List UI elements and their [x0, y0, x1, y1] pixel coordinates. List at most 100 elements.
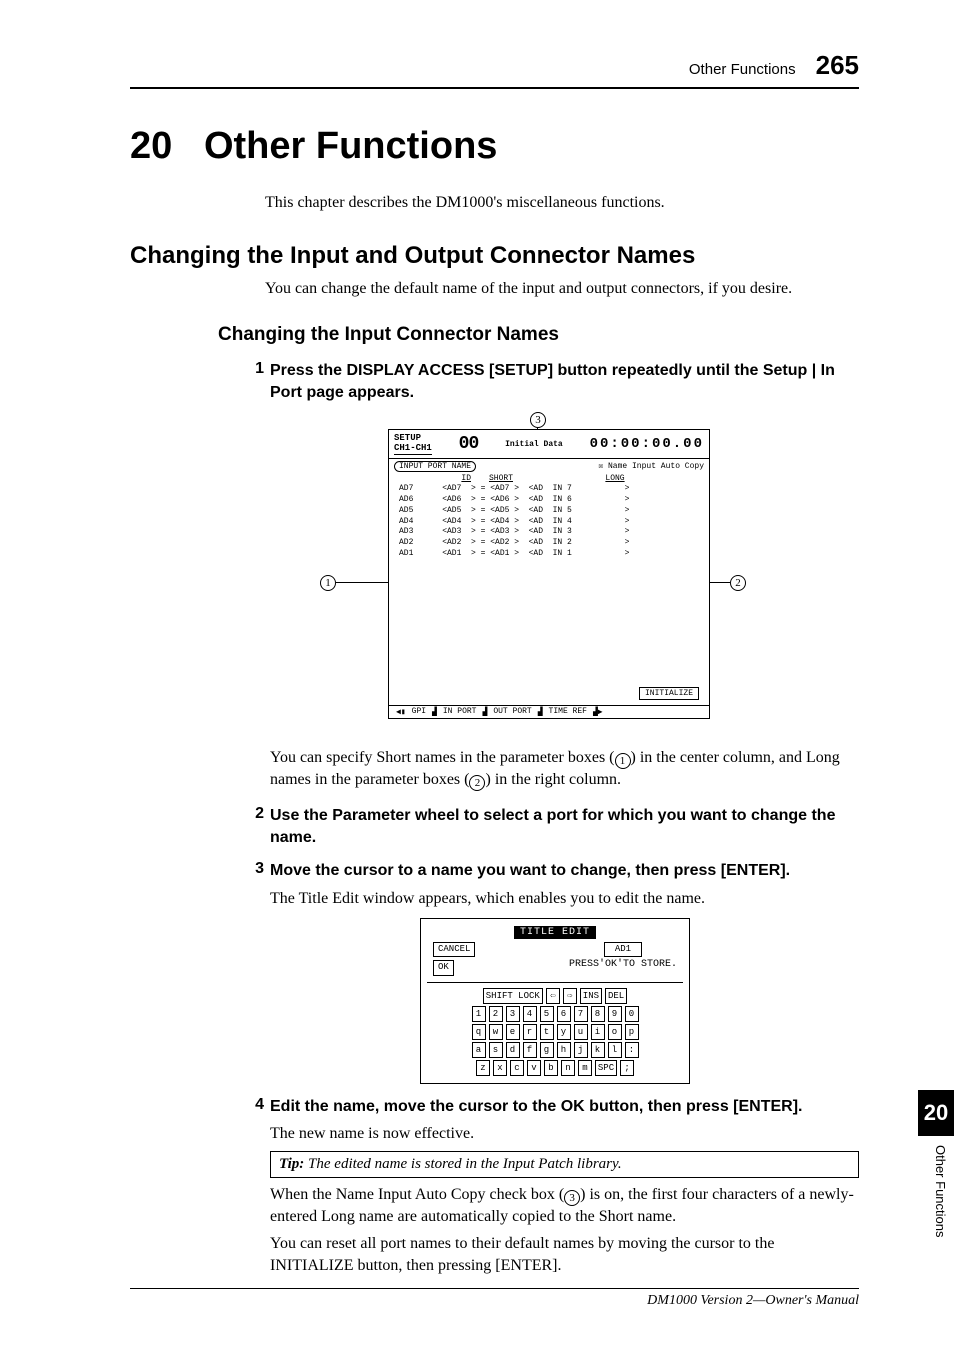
- lcd2-key: t: [540, 1024, 554, 1040]
- lcd-figure-1: 3 1 2 SETUPCH1-CH1 00 Initial Data 00:00…: [270, 415, 859, 735]
- lcd2-key: r: [523, 1024, 537, 1040]
- callout-2: 2: [730, 575, 746, 591]
- closing-text-2: You can reset all port names to their de…: [270, 1233, 859, 1276]
- lcd-col-short: SHORT: [471, 474, 531, 483]
- thumb-tab: 20: [918, 1090, 954, 1136]
- lcd2-key: d: [506, 1042, 520, 1058]
- closing-text: When the Name Input Auto Copy check box …: [270, 1186, 564, 1203]
- lcd2-key: x: [493, 1060, 507, 1076]
- step-1-text: Press the DISPLAY ACCESS [SETUP] button …: [270, 360, 859, 403]
- lcd-initialize-button: INITIALIZE: [639, 687, 699, 700]
- callout-3-circle: 3: [530, 412, 546, 428]
- lcd2-key: 8: [591, 1006, 605, 1022]
- lcd2-key: b: [544, 1060, 558, 1076]
- section-intro: You can change the default name of the i…: [265, 280, 859, 298]
- lcd-figure-2: TITLE EDIT CANCEL OK AD1 PRESS'OK'TO STO…: [420, 918, 859, 1084]
- lcd2-key: s: [489, 1042, 503, 1058]
- lcd2-key: w: [489, 1024, 503, 1040]
- lcd2-key: 0: [625, 1006, 639, 1022]
- lcd2-key: m: [578, 1060, 592, 1076]
- lcd2-key: k: [591, 1042, 605, 1058]
- inline-callout-1: 1: [615, 753, 631, 769]
- lcd2-key: y: [557, 1024, 571, 1040]
- lcd2-ins-key: INS: [580, 988, 602, 1004]
- page-header: Other Functions 265: [130, 50, 859, 89]
- lcd2-value-field: AD1: [604, 942, 642, 958]
- lcd2-key: 6: [557, 1006, 571, 1022]
- tip-label: Tip:: [279, 1156, 304, 1172]
- step-4: 4 Edit the name, move the cursor to the …: [234, 1096, 859, 1145]
- lcd-channel-label: CH1-CH1: [394, 443, 432, 453]
- callout-1: 1: [320, 575, 336, 591]
- step-number: 2: [234, 805, 264, 848]
- lcd-setup-label: SETUP: [394, 433, 421, 443]
- lcd2-key: n: [561, 1060, 575, 1076]
- lcd2-arrow-right-icon: ⇨: [563, 988, 577, 1004]
- lcd2-title: TITLE EDIT: [514, 926, 596, 939]
- tip-text: The edited name is stored in the Input P…: [304, 1156, 621, 1172]
- lcd2-row-numbers: 1234567890: [427, 1005, 683, 1023]
- lcd2-key: q: [472, 1024, 486, 1040]
- callout-1-circle: 1: [320, 575, 336, 591]
- callout-2-circle: 2: [730, 575, 746, 591]
- lcd-bottom-tab: OUT PORT: [490, 707, 534, 717]
- lcd-col-long: LONG: [531, 474, 699, 483]
- lcd2-key: SPC: [595, 1060, 617, 1076]
- lcd-row: AD5 <AD5 > = <AD5 > <AD IN 5 >: [399, 506, 699, 517]
- lcd2-cancel-button: CANCEL: [433, 942, 475, 958]
- caption-text: You can specify Short names in the param…: [270, 749, 615, 766]
- lcd2-key: 7: [574, 1006, 588, 1022]
- lcd2-shift-lock: SHIFT LOCK: [483, 988, 543, 1004]
- lcd-row: AD1 <AD1 > = <AD1 > <AD IN 1 >: [399, 549, 699, 560]
- lcd2-key: u: [574, 1024, 588, 1040]
- lcd2-key: v: [527, 1060, 541, 1076]
- lcd2-key: o: [608, 1024, 622, 1040]
- step-3: 3 Move the cursor to a name you want to …: [234, 860, 859, 909]
- chapter-number: 20: [130, 125, 172, 167]
- lcd-row: AD4 <AD4 > = <AD4 > <AD IN 4 >: [399, 517, 699, 528]
- lcd-row: AD6 <AD6 > = <AD6 > <AD IN 6 >: [399, 495, 699, 506]
- step-4-text: Edit the name, move the cursor to the OK…: [270, 1096, 859, 1118]
- step-2-text: Use the Parameter wheel to select a port…: [270, 805, 859, 848]
- lcd2-key: c: [510, 1060, 524, 1076]
- step-number: 3: [234, 860, 264, 909]
- step-1: 1 Press the DISPLAY ACCESS [SETUP] butto…: [234, 360, 859, 403]
- chapter-name: Other Functions: [204, 125, 497, 167]
- lcd2-del-key: DEL: [605, 988, 627, 1004]
- lcd2-arrow-left-icon: ⇦: [546, 988, 560, 1004]
- inline-callout-3: 3: [564, 1190, 580, 1206]
- lcd2-key: 9: [608, 1006, 622, 1022]
- step-number: 1: [234, 360, 264, 403]
- lcd2-key: :: [625, 1042, 639, 1058]
- lcd2-key: z: [476, 1060, 490, 1076]
- step-4-body: The new name is now effective.: [270, 1123, 859, 1145]
- lcd2-key: 3: [506, 1006, 520, 1022]
- callout-3: 3: [530, 412, 546, 428]
- lcd-scene-number: 00: [459, 434, 479, 454]
- lcd2-ok-button: OK: [433, 960, 454, 976]
- lcd-bottom-tab: IN PORT: [440, 707, 480, 717]
- lcd2-key: h: [557, 1042, 571, 1058]
- chapter-intro: This chapter describes the DM1000's misc…: [265, 194, 859, 212]
- lcd-autocopy-checkbox: Name Input Auto Copy: [608, 462, 704, 471]
- lcd-scene-name: Initial Data: [505, 440, 563, 449]
- inline-callout-2: 2: [469, 775, 485, 791]
- lcd-timecode: 00:00:00.00: [590, 436, 704, 452]
- lcd2-row-qwerty: qwertyuiop: [427, 1023, 683, 1041]
- closing-paragraphs: When the Name Input Auto Copy check box …: [270, 1184, 859, 1277]
- tip-box: Tip: The edited name is stored in the In…: [270, 1151, 859, 1178]
- lcd2-key: 2: [489, 1006, 503, 1022]
- lcd2-key: a: [472, 1042, 486, 1058]
- lcd2-key: 4: [523, 1006, 537, 1022]
- lcd-col-id: ID: [399, 474, 471, 483]
- header-section: Other Functions: [689, 61, 796, 78]
- lcd2-key: j: [574, 1042, 588, 1058]
- thumb-tab-label: Other Functions: [933, 1145, 948, 1238]
- figure-caption: You can specify Short names in the param…: [270, 747, 859, 791]
- lcd2-key: p: [625, 1024, 639, 1040]
- step-3-body: The Title Edit window appears, which ena…: [270, 888, 859, 910]
- lcd-row: AD3 <AD3 > = <AD3 > <AD IN 3 >: [399, 527, 699, 538]
- section-heading: Changing the Input and Output Connector …: [130, 242, 859, 270]
- lcd-port-rows: AD7 <AD7 > = <AD7 > <AD IN 7 > AD6 <AD6 …: [389, 483, 709, 560]
- caption-text: ) in the right column.: [485, 771, 621, 788]
